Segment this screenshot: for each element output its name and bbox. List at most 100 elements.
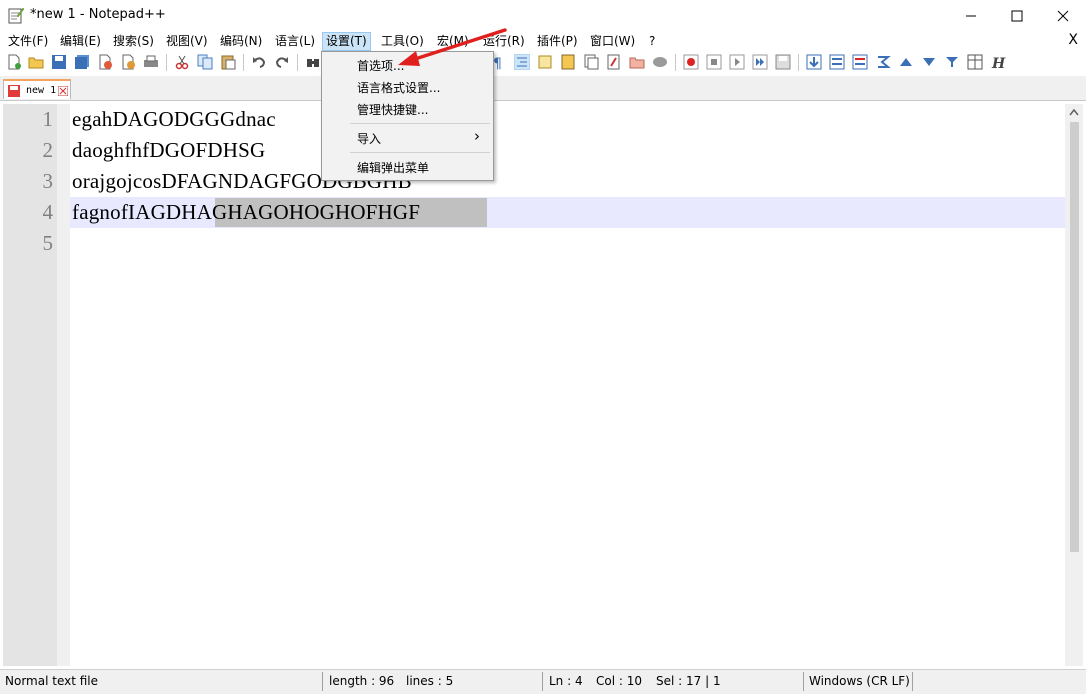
folder-workspace-icon[interactable] — [629, 54, 645, 70]
vertical-scrollbar[interactable] — [1065, 104, 1083, 666]
new-file-icon[interactable] — [6, 54, 22, 70]
paste-icon[interactable] — [220, 54, 236, 70]
record-macro-icon[interactable] — [683, 54, 699, 70]
panel-icon[interactable] — [829, 54, 845, 70]
user-lang-icon[interactable] — [537, 54, 553, 70]
maximize-button[interactable] — [994, 0, 1040, 31]
menu-file[interactable]: 文件(F) — [5, 33, 51, 50]
run-macro-multiple-icon[interactable] — [752, 54, 768, 70]
status-sel: Sel : 17 | 1 — [656, 674, 721, 688]
cut-icon[interactable] — [174, 54, 190, 70]
line-number: 2 — [42, 138, 54, 162]
code-line[interactable]: egahDAGODGGGdnac — [72, 107, 276, 132]
close-icon — [1057, 10, 1069, 21]
menu-view[interactable]: 视图(V) — [163, 33, 211, 50]
minimize-icon — [966, 15, 976, 16]
editor-area[interactable]: 1 2 3 4 5 egahDAGODGGGdnac daoghfhfDGOFD… — [3, 104, 1065, 666]
close-file-icon[interactable] — [97, 54, 113, 70]
menu-help[interactable]: ? — [646, 33, 658, 50]
menu-item-shortcut-mapper[interactable]: 管理快捷键... — [357, 101, 428, 118]
menu-bar: 文件(F) 编辑(E) 搜索(S) 视图(V) 编码(N) 语言(L) 设置(T… — [0, 31, 1086, 51]
sigma-icon[interactable] — [875, 54, 891, 70]
menu-separator — [350, 123, 490, 124]
play-macro-icon[interactable] — [729, 54, 745, 70]
code-line[interactable]: fagnofIAGDHAGHAGOHOGHOFHGF — [72, 200, 420, 225]
status-separator — [322, 672, 323, 691]
menu-encoding[interactable]: 编码(N) — [217, 33, 265, 50]
scroll-up-arrow-icon[interactable] — [1069, 108, 1079, 116]
redo-icon[interactable] — [274, 54, 290, 70]
title-bar: *new 1 - Notepad++ — [0, 0, 1086, 31]
status-eol[interactable]: Windows (CR LF) — [809, 674, 910, 688]
arrow-down-icon[interactable] — [921, 54, 937, 70]
toolbar: ¶ H — [0, 51, 1086, 74]
toolbar-separator — [798, 54, 799, 71]
menu-search[interactable]: 搜索(S) — [110, 33, 157, 50]
menu-edit[interactable]: 编辑(E) — [57, 33, 104, 50]
tab-close-icon[interactable] — [58, 86, 68, 96]
save-all-icon[interactable] — [74, 54, 90, 70]
download-icon[interactable] — [806, 54, 822, 70]
toolbar-separator — [243, 54, 244, 71]
menu-item-edit-popup-menu[interactable]: 编辑弹出菜单 — [357, 159, 429, 176]
find-icon[interactable] — [305, 54, 321, 70]
settings-dropdown-menu: 首选项... 语言格式设置... 管理快捷键... 导入 › 编辑弹出菜单 — [321, 51, 494, 181]
status-separator — [803, 672, 804, 691]
status-file-type: Normal text file — [5, 674, 99, 688]
close-document-button[interactable]: X — [1068, 32, 1078, 48]
toolbar-separator — [297, 54, 298, 71]
save-icon[interactable] — [51, 54, 67, 70]
status-separator — [912, 672, 913, 691]
tab-label: new 1 — [26, 85, 57, 96]
submenu-arrow-icon: › — [474, 127, 480, 145]
menu-macro[interactable]: 宏(M) — [434, 33, 472, 50]
copy-icon[interactable] — [197, 54, 213, 70]
filter-icon[interactable] — [944, 54, 960, 70]
svg-text:¶: ¶ — [493, 56, 502, 70]
svg-text:H: H — [991, 56, 1006, 70]
close-button[interactable] — [1040, 0, 1086, 31]
undo-icon[interactable] — [251, 54, 267, 70]
fold-margin[interactable] — [57, 104, 70, 666]
menu-item-preferences[interactable]: 首选项... — [357, 57, 404, 74]
panel-red-icon[interactable] — [852, 54, 868, 70]
menu-settings[interactable]: 设置(T) — [322, 32, 371, 51]
menu-run[interactable]: 运行(R) — [480, 33, 528, 50]
doc-list-icon[interactable] — [583, 54, 599, 70]
print-icon[interactable] — [143, 54, 159, 70]
monitoring-icon[interactable] — [652, 54, 668, 70]
toolbar-separator — [675, 54, 676, 71]
menu-item-import[interactable]: 导入 — [357, 130, 381, 147]
status-lines: lines : 5 — [406, 674, 454, 688]
menu-separator — [350, 152, 490, 153]
menu-language[interactable]: 语言(L) — [272, 33, 318, 50]
menu-item-style-configurator[interactable]: 语言格式设置... — [357, 79, 440, 96]
arrow-up-icon[interactable] — [898, 54, 914, 70]
status-col: Col : 10 — [596, 674, 642, 688]
save-macro-icon[interactable] — [775, 54, 791, 70]
menu-window[interactable]: 窗口(W) — [587, 33, 638, 50]
tab-bar: new 1 — [0, 76, 1086, 101]
tab-new-1[interactable]: new 1 — [3, 79, 71, 99]
notepad-plus-plus-icon — [8, 7, 24, 24]
menu-tools[interactable]: 工具(O) — [378, 33, 427, 50]
status-ln: Ln : 4 — [549, 674, 583, 688]
stop-macro-icon[interactable] — [706, 54, 722, 70]
line-number: 4 — [42, 200, 54, 224]
status-bar: Normal text file length : 96 lines : 5 L… — [0, 669, 1086, 694]
menu-plugins[interactable]: 插件(P) — [534, 33, 581, 50]
heading-icon[interactable]: H — [990, 54, 1006, 70]
close-all-icon[interactable] — [120, 54, 136, 70]
indent-guide-icon[interactable] — [514, 54, 530, 70]
columns-icon[interactable] — [967, 54, 983, 70]
status-length: length : 96 — [329, 674, 395, 688]
minimize-button[interactable] — [948, 0, 994, 31]
code-line[interactable]: daoghfhfDGOFDHSG — [72, 138, 265, 163]
status-separator — [542, 672, 543, 691]
window-title: *new 1 - Notepad++ — [30, 7, 166, 22]
scrollbar-thumb[interactable] — [1070, 122, 1079, 552]
function-list-icon[interactable] — [606, 54, 622, 70]
doc-map-icon[interactable] — [560, 54, 576, 70]
toolbar-separator — [166, 54, 167, 71]
open-file-icon[interactable] — [28, 54, 44, 70]
